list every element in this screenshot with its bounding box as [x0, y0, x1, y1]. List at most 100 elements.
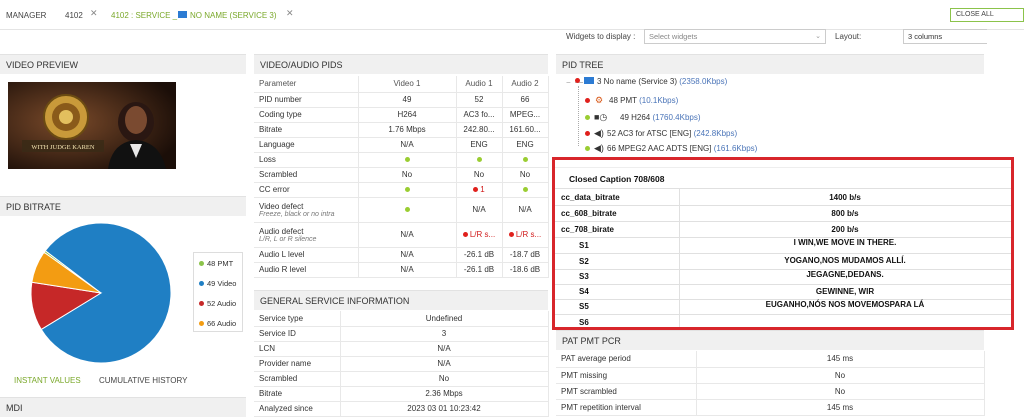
table-row: PID number 49 52 66 [254, 92, 549, 108]
pid-tree-title: PID TREE [562, 60, 604, 70]
pat-pmt-pcr-title: PAT PMT PCR [562, 336, 621, 346]
row-label: Bitrate [254, 122, 359, 138]
status-ok-icon [585, 115, 590, 120]
tree-node-label: 48 PMT [609, 96, 637, 105]
table-row: Provider name N/A [254, 356, 549, 372]
row-label: Provider name [254, 356, 341, 372]
tree-node-label: 52 AC3 for ATSC [ENG] [607, 129, 692, 138]
cell-value: 2.36 Mbps [340, 386, 549, 402]
row-label-sub: Freeze, black or no intra [259, 210, 335, 218]
av-pids-table: Parameter Video 1 Audio 1 Audio 2 PID nu… [254, 76, 549, 278]
legend-item: 52 Audio [199, 299, 236, 308]
row-label: PMT scrambled [556, 383, 697, 400]
tree-node-pmt[interactable]: 48 PMT (10.1Kbps) [609, 96, 678, 105]
video-preview-frame[interactable]: WITH JUDGE KAREN [8, 82, 176, 169]
cell-value: No [696, 367, 985, 384]
row-label: PMT repetition interval [556, 399, 697, 416]
audio-defect-cell: L/R s... [456, 222, 503, 248]
widgets-select[interactable]: Select widgets ⌄ [644, 29, 826, 44]
table-row: Language N/A ENG ENG [254, 137, 549, 153]
row-label: Service type [254, 311, 341, 327]
status-ok-icon [456, 152, 503, 168]
legend-dot-icon [199, 261, 204, 266]
close-tab-4102-icon[interactable]: ✕ [90, 8, 98, 19]
cc-value: 1400 b/s [829, 193, 861, 202]
status-error-icon [575, 78, 580, 83]
status-error-icon [585, 131, 590, 136]
row-label: Language [254, 137, 359, 153]
row-label: Audio R level [254, 262, 359, 278]
status-error-icon [462, 232, 468, 237]
tab-cumulative-history[interactable]: CUMULATIVE HISTORY [99, 376, 187, 385]
closed-caption-panel: Closed Caption 708/608 cc_data_bitrate 1… [552, 157, 1014, 330]
service-icon [584, 77, 594, 84]
cc-error-cell: 1 [456, 182, 503, 198]
close-tab-service-icon[interactable]: ✕ [286, 8, 294, 19]
cc-key: S1 [579, 241, 589, 250]
table-row: Audio R level N/A -26.1 dB -18.6 dB [254, 262, 549, 278]
cell-value: N/A [456, 197, 503, 223]
tab-instant-values[interactable]: INSTANT VALUES [14, 376, 81, 385]
cell-value: Undefined [340, 311, 549, 327]
tree-node-audio-52[interactable]: 52 AC3 for ATSC [ENG] (242.8Kbps) [607, 129, 737, 138]
cell-value: 1 [480, 185, 485, 194]
tree-collapse-icon[interactable]: − [566, 78, 571, 87]
breadcrumb-manager[interactable]: MANAGER [6, 11, 46, 20]
tree-node-bitrate: (1760.4Kbps) [652, 113, 701, 122]
tab-4102[interactable]: 4102 [65, 11, 83, 20]
cell-value: 3 [340, 326, 549, 342]
row-label: Audio defect L/R, L or R silence [254, 222, 359, 248]
tree-node-video[interactable]: 49 H264 (1760.4Kbps) [620, 113, 701, 122]
table-row: Audio L level N/A -26.1 dB -18.7 dB [254, 247, 549, 263]
cc-key: S6 [579, 318, 589, 327]
column-header: Video 1 [358, 76, 457, 93]
pid-bitrate-legend: 48 PMT 49 Video 52 Audio 66 Audio [193, 252, 243, 332]
row-label: Bitrate [254, 386, 341, 402]
cell-value: N/A [340, 341, 549, 357]
cc-key: cc_data_bitrate [561, 193, 620, 202]
status-ok-icon [358, 197, 457, 223]
general-info-table: Service type Undefined Service ID 3 LCN N/A… [254, 311, 549, 417]
tree-node-bitrate: (10.1Kbps) [639, 96, 679, 105]
tree-connector [578, 86, 579, 146]
layout-select[interactable]: 3 columns [903, 29, 987, 44]
status-ok-icon [502, 152, 549, 168]
row-label: Scrambled [254, 167, 359, 183]
cell-value: H264 [358, 107, 457, 123]
table-row: Bitrate 2.36 Mbps [254, 386, 549, 402]
cell-value: 161.60... [502, 122, 549, 138]
pid-bitrate-header: PID BITRATE [0, 196, 246, 216]
tab-service-name[interactable]: NO NAME (SERVICE 3) [190, 11, 277, 20]
cell-value: No [456, 167, 503, 183]
row-label: PMT missing [556, 367, 697, 384]
general-info-header: GENERAL SERVICE INFORMATION [254, 290, 548, 310]
pat-pmt-pcr-table: PAT average period 145 ms PMT missing No P… [556, 351, 985, 416]
mdi-header: MDI [0, 397, 246, 417]
general-info-title: GENERAL SERVICE INFORMATION [260, 296, 410, 306]
table-header-row: Parameter Video 1 Audio 1 Audio 2 [254, 76, 549, 93]
tree-node-audio-66[interactable]: 66 MPEG2 AAC ADTS [ENG] (161.6Kbps) [607, 144, 757, 153]
table-row: Scrambled No No No [254, 167, 549, 183]
cc-value: 200 b/s [831, 225, 859, 234]
pid-bitrate-title: PID BITRATE [6, 202, 61, 212]
tree-node-bitrate: (242.8Kbps) [693, 129, 738, 138]
row-label: Audio L level [254, 247, 359, 263]
legend-label: 49 Video [207, 279, 237, 288]
chevron-down-icon: ⌄ [815, 33, 821, 40]
column-header: Audio 2 [502, 76, 549, 93]
cell-value: 49 [358, 92, 457, 108]
tree-node-root[interactable]: 3 No name (Service 3) (2358.0Kbps) [597, 77, 727, 86]
av-pids-title: VIDEO/AUDIO PIDS [260, 60, 343, 70]
layout-select-value: 3 columns [908, 32, 943, 41]
status-ok-icon [358, 152, 457, 168]
cc-key: cc_708_birate [561, 225, 614, 234]
legend-label: 52 Audio [207, 299, 237, 308]
legend-item: 49 Video [199, 279, 236, 288]
pid-tree-header: PID TREE [556, 54, 984, 74]
row-label-sub: L/R, L or R silence [259, 235, 317, 243]
tab-service-prefix[interactable]: 4102 : SERVICE _ [111, 11, 177, 20]
cell-value: N/A [358, 222, 457, 248]
cell-value: No [696, 383, 985, 400]
close-all-button[interactable]: CLOSE ALL [950, 8, 1024, 22]
column-header: Parameter [254, 76, 359, 93]
